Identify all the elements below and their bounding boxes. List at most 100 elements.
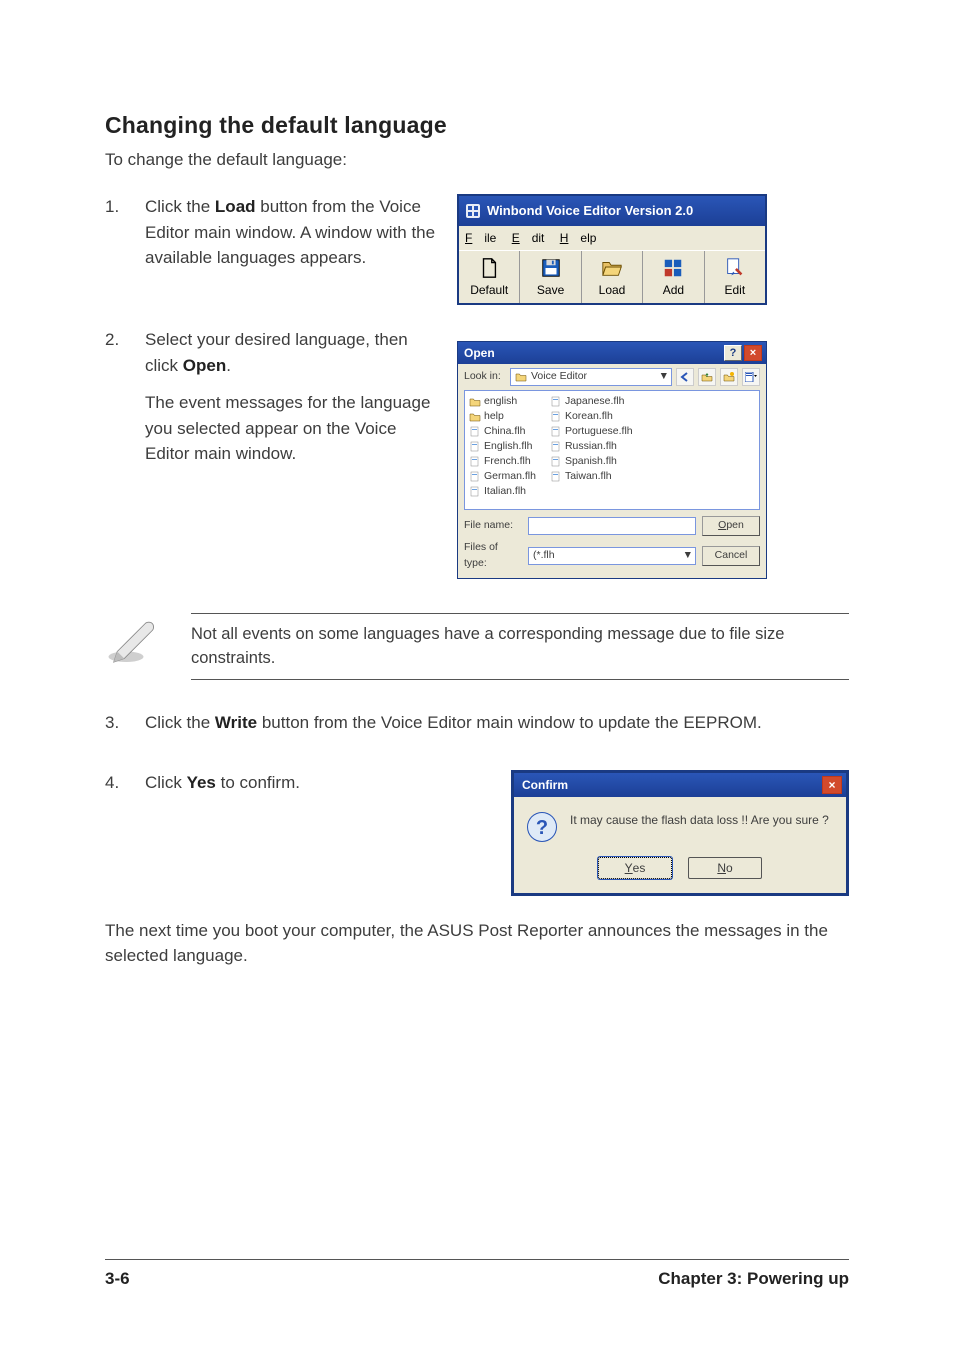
step-3-write: Write	[215, 713, 257, 732]
winbond-menubar: File Edit Help	[459, 226, 765, 251]
up-one-level-icon[interactable]	[698, 368, 716, 386]
look-in-value: Voice Editor	[531, 369, 587, 385]
step-1-frag-a: Click the	[145, 197, 215, 216]
file-icon	[550, 426, 562, 438]
step-4-yes: Yes	[187, 773, 216, 792]
file-label: Spanish.flh	[565, 454, 617, 470]
new-folder-icon[interactable]	[720, 368, 738, 386]
file-label: German.flh	[484, 469, 536, 485]
confirm-titlebar: Confirm ×	[514, 773, 846, 797]
step-1-number: 1.	[105, 194, 145, 305]
look-in-dropdown[interactable]: Voice Editor ▼	[510, 368, 672, 386]
folder-icon	[515, 371, 527, 383]
step-4: 4. Click Yes to confirm. Confirm × ? It …	[105, 770, 849, 896]
step-3: 3. Click the Write button from the Voice…	[105, 710, 849, 748]
toolbar-load-label: Load	[599, 281, 626, 299]
menu-file[interactable]: File	[465, 231, 496, 245]
list-item[interactable]: German.flh	[469, 470, 536, 484]
step-4-frag-a: Click	[145, 773, 187, 792]
closing-text: The next time you boot your computer, th…	[105, 918, 849, 969]
close-button[interactable]: ×	[744, 345, 762, 361]
step-2-para2: The event messages for the language you …	[145, 390, 445, 467]
note-text: Not all events on some languages have a …	[191, 613, 849, 681]
open-dialog-title: Open	[464, 344, 495, 362]
files-of-type-value: (*.flh	[533, 548, 555, 564]
file-label: Italian.flh	[484, 484, 526, 500]
file-name-label: File name:	[464, 518, 522, 534]
step-3-frag-b: button from the Voice Editor main window…	[257, 713, 762, 732]
open-dialog: Open ? × Look in: Voice Editor	[457, 341, 767, 579]
file-label: Russian.flh	[565, 439, 617, 455]
step-2-open: Open	[183, 356, 226, 375]
menu-edit[interactable]: Edit	[512, 231, 545, 245]
file-label: Taiwan.flh	[565, 469, 612, 485]
file-label: english	[484, 394, 517, 410]
list-item[interactable]: Russian.flh	[550, 440, 633, 454]
list-item[interactable]: Italian.flh	[469, 485, 536, 499]
cancel-button[interactable]: Cancel	[702, 546, 760, 566]
toolbar-load-button[interactable]: Load	[582, 251, 643, 303]
toolbar-add-label: Add	[663, 281, 684, 299]
dialog-nav-icons	[676, 368, 760, 386]
page-number: 3-6	[105, 1266, 130, 1292]
files-of-type-dropdown[interactable]: (*.flh ▼	[528, 547, 696, 565]
file-label: China.flh	[484, 424, 525, 440]
winbond-titlebar: Winbond Voice Editor Version 2.0	[459, 196, 765, 226]
list-item[interactable]: French.flh	[469, 455, 536, 469]
toolbar-default-button[interactable]: Default	[459, 251, 520, 303]
file-label: Portuguese.flh	[565, 424, 633, 440]
file-label: Japanese.flh	[565, 394, 625, 410]
folder-icon	[469, 411, 481, 423]
page-footer: 3-6 Chapter 3: Powering up	[105, 1259, 849, 1292]
step-2-number: 2.	[105, 327, 145, 579]
list-item[interactable]: English.flh	[469, 440, 536, 454]
look-in-label: Look in:	[464, 369, 506, 385]
toolbar-add-button[interactable]: Add	[643, 251, 704, 303]
close-button[interactable]: ×	[822, 776, 842, 794]
confirm-message: It may cause the flash data loss !! Are …	[570, 811, 829, 829]
toolbar-edit-button[interactable]: Edit	[705, 251, 765, 303]
folder-open-icon	[601, 257, 623, 279]
list-item[interactable]: China.flh	[469, 425, 536, 439]
file-list[interactable]: english help China.flh English.flh Frenc…	[464, 390, 760, 510]
toolbar-save-button[interactable]: Save	[520, 251, 581, 303]
help-button[interactable]: ?	[724, 345, 742, 361]
list-item[interactable]: Korean.flh	[550, 410, 633, 424]
file-icon	[550, 396, 562, 408]
back-icon[interactable]	[676, 368, 694, 386]
file-name-input[interactable]	[528, 517, 696, 535]
file-label: help	[484, 409, 504, 425]
file-label: Korean.flh	[565, 409, 613, 425]
list-item[interactable]: Spanish.flh	[550, 455, 633, 469]
svg-text:?: ?	[536, 817, 548, 839]
chapter-label: Chapter 3: Powering up	[658, 1266, 849, 1292]
step-2: 2. Select your desired language, then cl…	[105, 327, 849, 579]
file-icon	[469, 456, 481, 468]
file-icon	[550, 441, 562, 453]
no-button[interactable]: No	[688, 857, 762, 879]
step-3-number: 3.	[105, 710, 145, 748]
question-icon: ?	[526, 811, 558, 843]
document-icon	[478, 257, 500, 279]
note-block: Not all events on some languages have a …	[105, 613, 849, 681]
edit-icon	[724, 257, 746, 279]
yes-button[interactable]: Yes	[598, 857, 672, 879]
file-label: French.flh	[484, 454, 531, 470]
step-3-frag-a: Click the	[145, 713, 215, 732]
step-1-text: Click the Load button from the Voice Edi…	[145, 194, 445, 271]
list-item[interactable]: Japanese.flh	[550, 395, 633, 409]
list-item[interactable]: Taiwan.flh	[550, 470, 633, 484]
list-item[interactable]: Portuguese.flh	[550, 425, 633, 439]
open-button[interactable]: Open	[702, 516, 760, 536]
files-of-type-label: Files of type:	[464, 540, 522, 572]
folder-icon	[469, 396, 481, 408]
view-menu-icon[interactable]	[742, 368, 760, 386]
step-1-load: Load	[215, 197, 256, 216]
menu-help[interactable]: Help	[560, 231, 597, 245]
file-icon	[469, 471, 481, 483]
chevron-down-icon: ▼	[659, 369, 669, 385]
list-item[interactable]: english	[469, 395, 536, 409]
list-item[interactable]: help	[469, 410, 536, 424]
step-2-text: Select your desired language, then click…	[145, 327, 445, 378]
open-dialog-titlebar: Open ? ×	[458, 342, 766, 364]
